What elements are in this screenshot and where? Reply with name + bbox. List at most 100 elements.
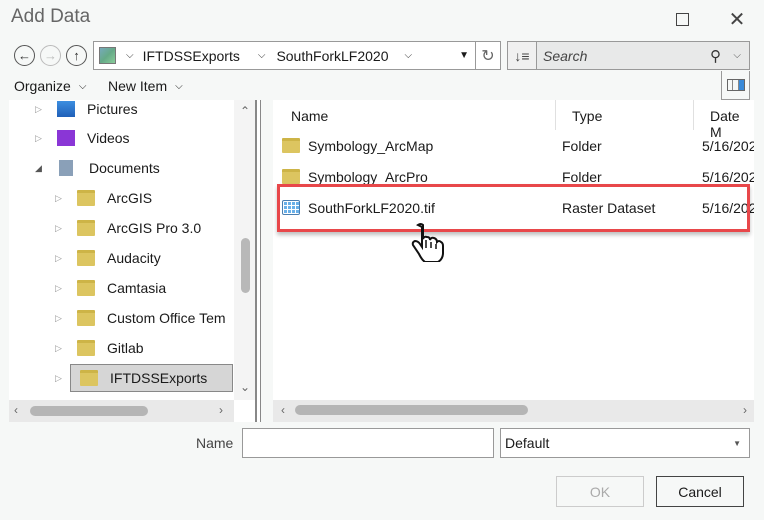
window-title: Add Data [11,6,91,27]
raster-icon [282,200,300,215]
tree-scroll-thumb[interactable] [241,238,250,293]
organize-label: Organize [14,78,71,94]
tree-item-videos[interactable]: ▷ Videos [35,124,130,152]
expand-icon[interactable]: ▷ [35,104,47,115]
expand-icon[interactable]: ▷ [55,313,67,324]
folder-icon [77,280,95,296]
list-hscroll-thumb[interactable] [295,405,528,415]
view-options-button[interactable] [721,71,750,100]
tree-item-camtasia[interactable]: ▷ Camtasia [55,274,166,302]
forward-button[interactable]: → [40,45,61,66]
column-header-name[interactable]: Name [291,108,328,124]
expand-icon[interactable]: ▷ [35,133,47,144]
chevron-down-icon[interactable]: ⌵ [258,50,266,61]
pane-splitter[interactable] [256,100,261,422]
folder-icon [77,310,95,326]
sort-button[interactable]: ↓≡ [508,42,537,69]
file-date: 5/16/202 [702,138,754,154]
list-row-selected[interactable]: SouthForkLF2020.tif Raster Dataset 5/16/… [273,194,754,222]
name-label: Name [196,435,234,451]
tree-item-arcgis[interactable]: ▷ ArcGIS [55,184,152,212]
tree-item-gitlab[interactable]: ▷ Gitlab [55,334,144,362]
tree-item-label: Camtasia [107,280,167,296]
expand-icon[interactable]: ▷ [55,283,67,294]
navigation-tree: ▷ Pictures ▷ Videos ◢ Documents ▷ ArcGIS… [9,100,256,422]
sort-icon: ↓≡ [514,47,530,64]
tree-item-iftdssexports[interactable]: IFTDSSExports [70,364,233,392]
arrow-up-icon: ↑ [73,48,80,63]
address-bar[interactable]: ⌵ IFTDSSExports ⌵ SouthForkLF2020 ⌵ ▼ [93,41,476,70]
file-type: Folder [562,138,602,154]
tree-item-label: ArcGIS Pro 3.0 [107,220,202,236]
tree-item-documents[interactable]: ◢ Documents [35,154,160,182]
back-button[interactable]: ← [14,45,35,66]
tree-item-label: Custom Office Tem [107,310,226,326]
details-view-icon [726,79,745,91]
folder-icon [282,169,300,184]
close-button[interactable]: ✕ [726,8,748,31]
file-name: SouthForkLF2020.tif [308,200,435,216]
column-divider[interactable] [693,100,694,130]
folder-icon [282,138,300,153]
new-item-menu[interactable]: New Item ⌵ [108,78,183,94]
chevron-down-icon: ⌵ [175,80,183,92]
file-type: Folder [562,169,602,185]
arrow-right-icon: → [44,48,57,63]
search-input[interactable] [543,47,693,64]
scroll-up-icon[interactable]: ⌃ [240,104,250,118]
scroll-left-icon[interactable]: ‹ [281,403,285,417]
chevron-down-icon: ⌵ [78,80,87,92]
search-icon[interactable]: ⚲ [710,47,721,65]
arrow-left-icon: ← [18,48,31,63]
refresh-icon: ↻ [481,47,495,65]
tree-item-label: Audacity [107,250,161,266]
expand-icon[interactable]: ▷ [55,223,67,234]
tree-hscroll-thumb[interactable] [30,406,148,416]
chevron-down-icon[interactable]: ⌵ [733,50,741,61]
name-input[interactable] [242,428,494,458]
address-dropdown-icon[interactable]: ▼ [459,50,469,61]
list-row[interactable]: Symbology_ArcPro Folder 5/16/202 [273,163,754,191]
filter-select[interactable]: Default ▼ [500,428,750,458]
list-row[interactable]: Symbology_ArcMap Folder 5/16/202 [273,132,754,160]
tree-item-audacity[interactable]: ▷ Audacity [55,244,161,272]
documents-icon [59,160,73,176]
dropdown-arrow-icon: ▼ [733,438,741,448]
expand-icon[interactable]: ▷ [55,193,67,204]
column-header-type[interactable]: Type [572,108,602,124]
file-date: 5/16/202 [702,200,754,216]
folder-icon [77,190,95,206]
videos-icon [57,130,75,146]
scroll-right-icon[interactable]: › [743,403,747,417]
cancel-button[interactable]: Cancel [656,476,744,507]
tree-item-label: Pictures [87,101,138,117]
expand-icon[interactable]: ▷ [55,253,67,264]
column-divider[interactable] [555,100,556,130]
refresh-button[interactable]: ↻ [476,41,501,70]
tree-item-pictures[interactable]: ▷ Pictures [35,100,138,123]
folder-icon [77,220,95,236]
folder-icon [80,370,98,386]
tree-item-custom-office-templates[interactable]: ▷ Custom Office Tem [55,304,226,332]
hand-cursor-icon [411,223,444,262]
organize-menu[interactable]: Organize ⌵ [14,78,86,94]
scroll-left-icon[interactable]: ‹ [14,403,18,417]
chevron-down-icon[interactable]: ⌵ [405,50,413,61]
scroll-down-icon[interactable]: ⌄ [240,380,250,394]
up-button[interactable]: ↑ [66,45,87,66]
close-icon: ✕ [728,8,746,31]
expand-icon[interactable]: ▷ [55,343,67,354]
breadcrumb-southforklf2020[interactable]: SouthForkLF2020 [276,48,388,64]
expand-icon[interactable]: ▷ [55,373,62,384]
tree-item-label: Gitlab [107,340,144,356]
tree-item-arcgis-pro[interactable]: ▷ ArcGIS Pro 3.0 [55,214,201,242]
maximize-button[interactable] [671,8,693,30]
scroll-right-icon[interactable]: › [219,403,223,417]
folder-icon [77,340,95,356]
location-icon [99,47,116,64]
collapse-icon[interactable]: ◢ [35,163,47,174]
breadcrumb-iftdssexports[interactable]: IFTDSSExports [143,48,240,64]
chevron-down-icon[interactable]: ⌵ [126,50,134,61]
tree-item-label: IFTDSSExports [110,370,208,386]
ok-button[interactable]: OK [556,476,644,507]
